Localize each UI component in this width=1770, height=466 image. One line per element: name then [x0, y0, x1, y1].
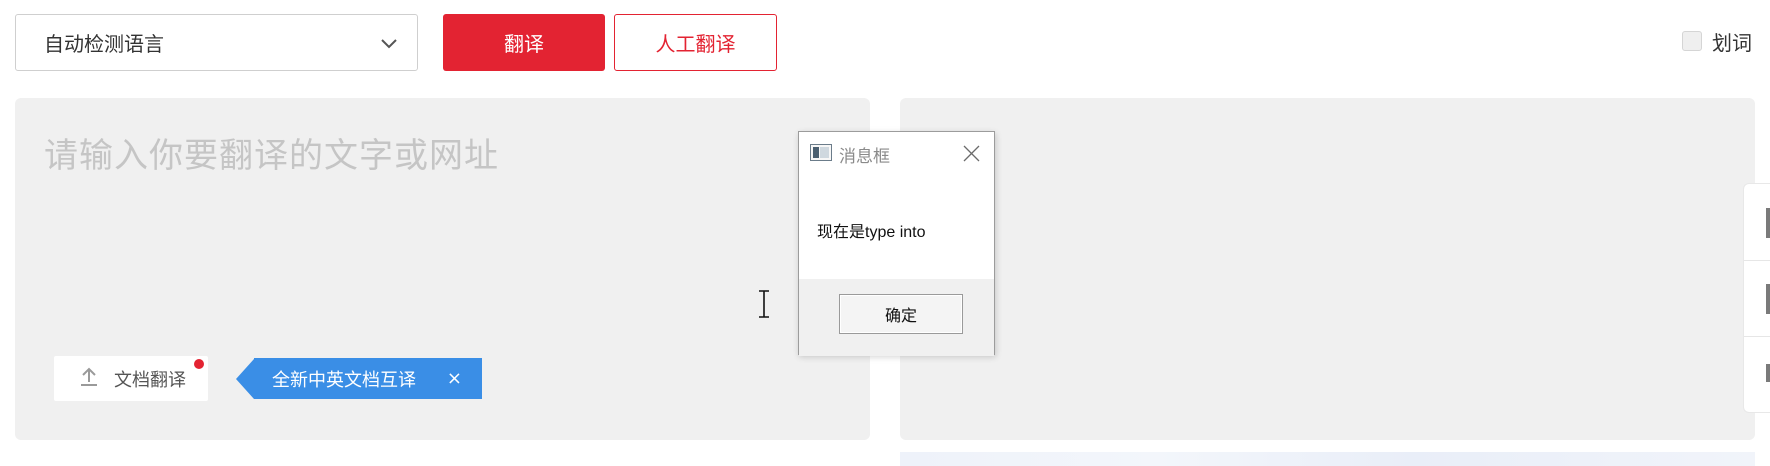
text-cursor-icon	[758, 290, 770, 322]
source-placeholder: 请输入你要翻译的文字或网址	[44, 136, 499, 176]
side-toolbar[interactable]	[1743, 183, 1770, 413]
language-select-value: 自动检测语言	[44, 32, 164, 56]
upload-icon	[78, 365, 100, 392]
promo-label: 全新中英文档互译	[272, 369, 416, 391]
side-toolbar-item[interactable]	[1766, 284, 1770, 314]
translate-button-label: 翻译	[504, 32, 544, 56]
dialog-message: 现在是type into	[817, 224, 926, 241]
result-panel	[900, 98, 1755, 440]
promo-body: 全新中英文档互译 ×	[254, 358, 482, 399]
word-select-label: 划词	[1712, 30, 1752, 55]
notification-dot	[194, 359, 204, 369]
ok-button-label: 确定	[884, 308, 917, 325]
side-toolbar-item[interactable]	[1766, 208, 1770, 238]
doc-translate-button[interactable]: 文档翻译	[54, 356, 208, 401]
human-translate-button-label: 人工翻译	[655, 32, 736, 56]
doc-translate-label: 文档翻译	[114, 369, 186, 391]
side-toolbar-item[interactable]	[1766, 364, 1770, 382]
word-select-checkbox[interactable]	[1682, 31, 1702, 51]
side-toolbar-divider	[1744, 260, 1770, 261]
dialog-titlebar[interactable]: 消息框	[799, 132, 994, 170]
promo-arrow	[236, 358, 254, 399]
message-box-dialog: 消息框 现在是type into 确定	[798, 131, 995, 356]
promo-close-icon[interactable]: ×	[447, 368, 462, 389]
word-select-toggle[interactable]: 划词	[1682, 28, 1752, 55]
language-select[interactable]: 自动检测语言	[15, 14, 418, 71]
window-icon	[810, 144, 832, 166]
chevron-down-icon	[379, 33, 399, 58]
close-icon[interactable]	[963, 145, 980, 167]
dialog-title: 消息框	[839, 147, 890, 166]
translate-button[interactable]: 翻译	[443, 14, 605, 71]
side-toolbar-divider	[1744, 336, 1770, 337]
promo-tooltip: 全新中英文档互译 ×	[236, 358, 482, 399]
ok-button[interactable]: 确定	[839, 294, 963, 334]
bottom-banner	[900, 452, 1755, 466]
human-translate-button[interactable]: 人工翻译	[614, 14, 777, 71]
